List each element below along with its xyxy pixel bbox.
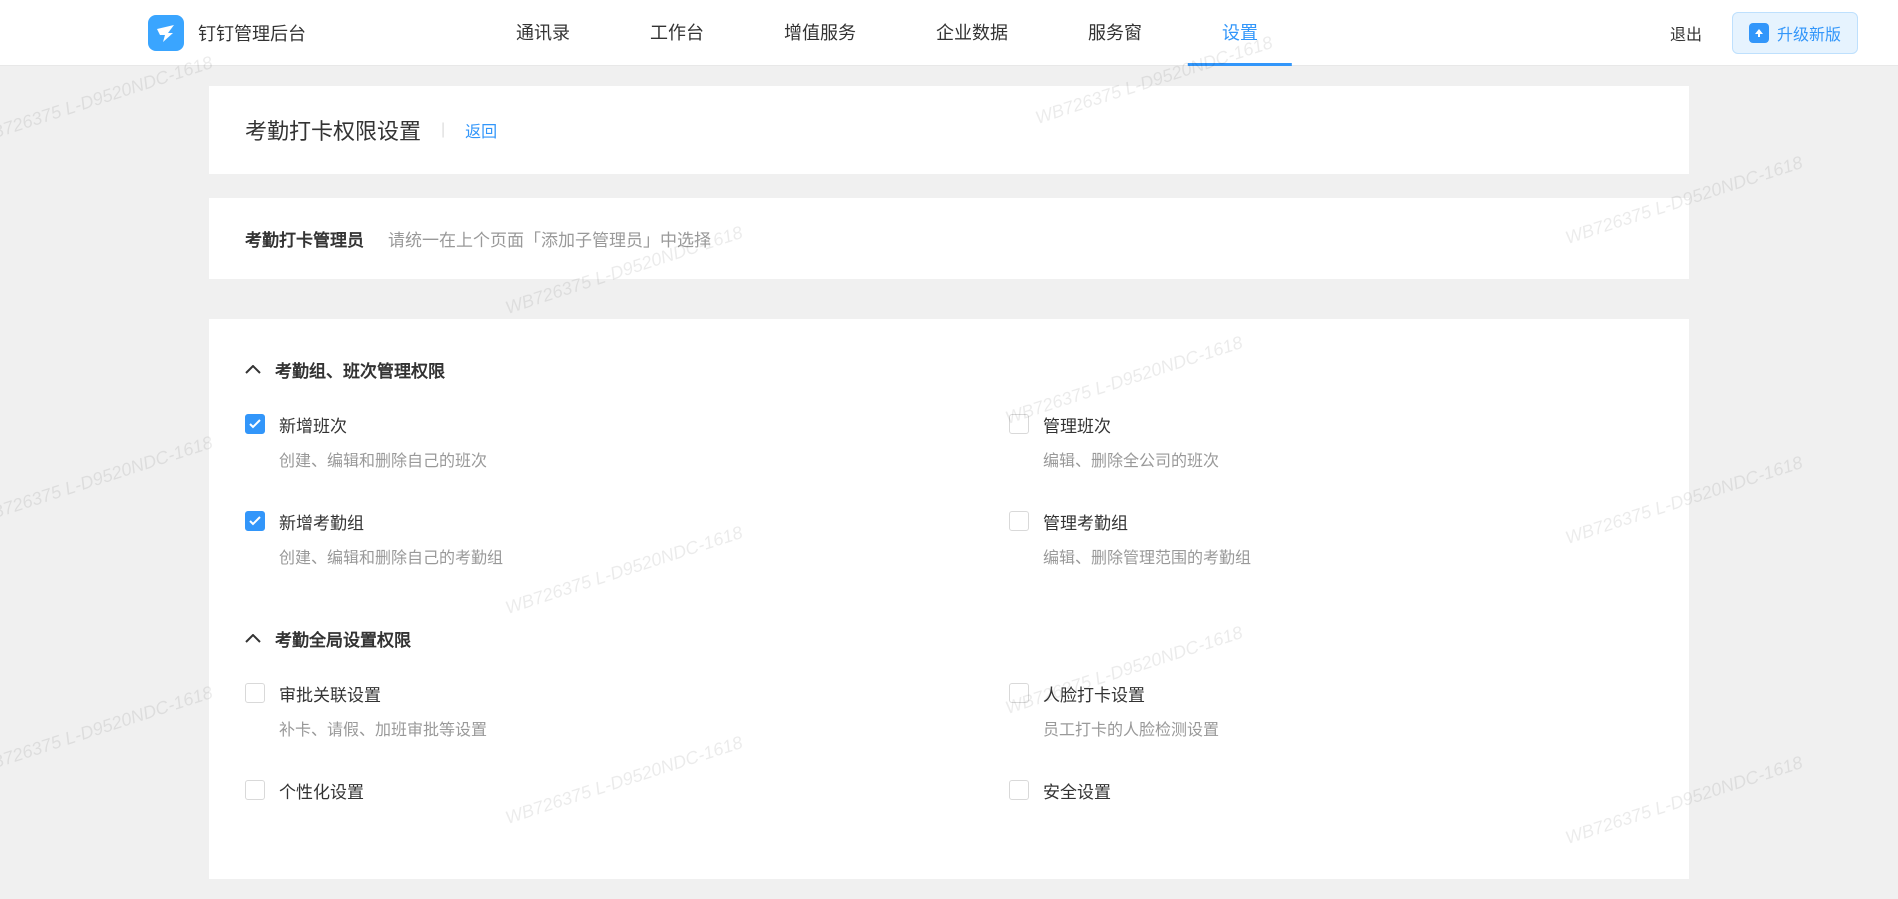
logout-link[interactable]: 退出 [1670,21,1702,45]
checkbox[interactable] [245,780,265,800]
perm-desc: 创建、编辑和删除自己的考勤组 [279,544,503,568]
checkbox[interactable] [245,511,265,531]
permissions-card: 考勤组、班次管理权限 新增班次 创建、编辑和删除自己的班次 [209,319,1689,879]
checkbox[interactable] [245,414,265,434]
nav-service[interactable]: 服务窗 [1048,0,1182,66]
checkbox[interactable] [1009,511,1029,531]
app-title: 钉钉管理后台 [198,20,306,46]
checkbox[interactable] [245,683,265,703]
top-nav: 钉钉管理后台 通讯录 工作台 增值服务 企业数据 服务窗 设置 退出 升级新版 [0,0,1898,66]
perm-add-group: 新增考勤组 创建、编辑和删除自己的考勤组 [245,509,949,568]
perm-desc: 编辑、删除全公司的班次 [1043,447,1219,471]
perm-label: 管理班次 [1043,412,1219,437]
content-wrap: 考勤打卡权限设置 | 返回 考勤打卡管理员 请统一在上个页面「添加子管理员」中选… [0,66,1898,899]
nav-vas[interactable]: 增值服务 [744,0,896,66]
perm-manage-shift: 管理班次 编辑、删除全公司的班次 [949,412,1653,471]
upgrade-icon [1749,23,1769,43]
section-global-settings: 考勤全局设置权限 审批关联设置 补卡、请假、加班审批等设置 人脸打卡设置 [245,598,1653,813]
logo-block[interactable]: 钉钉管理后台 [148,15,306,51]
perm-desc: 创建、编辑和删除自己的班次 [279,447,487,471]
perm-label: 新增班次 [279,412,487,437]
perm-face-settings: 人脸打卡设置 员工打卡的人脸检测设置 [949,681,1653,740]
chevron-up-icon [245,634,261,644]
checkbox[interactable] [1009,683,1029,703]
perm-label: 审批关联设置 [279,681,487,706]
perm-grid: 审批关联设置 补卡、请假、加班审批等设置 人脸打卡设置 员工打卡的人脸检测设置 [245,681,1653,813]
perm-grid: 新增班次 创建、编辑和删除自己的班次 管理班次 编辑、删除全公司的班次 [245,412,1653,568]
admin-info-card: 考勤打卡管理员 请统一在上个页面「添加子管理员」中选择 [209,198,1689,279]
upgrade-button[interactable]: 升级新版 [1732,12,1858,54]
perm-desc: 补卡、请假、加班审批等设置 [279,716,487,740]
checkbox[interactable] [1009,780,1029,800]
content: 考勤打卡权限设置 | 返回 考勤打卡管理员 请统一在上个页面「添加子管理员」中选… [209,86,1689,879]
section-header[interactable]: 考勤全局设置权限 [245,626,1653,651]
section-header[interactable]: 考勤组、班次管理权限 [245,357,1653,382]
perm-label: 人脸打卡设置 [1043,681,1219,706]
admin-info-desc: 请统一在上个页面「添加子管理员」中选择 [388,226,711,251]
nav-settings[interactable]: 设置 [1182,0,1298,66]
dingtalk-logo-icon [148,15,184,51]
perm-add-shift: 新增班次 创建、编辑和删除自己的班次 [245,412,949,471]
section-title: 考勤全局设置权限 [275,626,411,651]
nav-contacts[interactable]: 通讯录 [476,0,610,66]
perm-label: 安全设置 [1043,778,1111,803]
nav-right: 退出 升级新版 [1670,12,1858,54]
section-shift-group: 考勤组、班次管理权限 新增班次 创建、编辑和删除自己的班次 [245,329,1653,568]
admin-info-title: 考勤打卡管理员 [245,226,364,251]
back-link[interactable]: 返回 [465,118,497,142]
nav-enterprise-data[interactable]: 企业数据 [896,0,1048,66]
page-title: 考勤打卡权限设置 [245,114,421,146]
perm-desc: 编辑、删除管理范围的考勤组 [1043,544,1251,568]
nav-workbench[interactable]: 工作台 [610,0,744,66]
divider: | [441,121,445,139]
perm-desc: 员工打卡的人脸检测设置 [1043,716,1219,740]
perm-label: 个性化设置 [279,778,364,803]
section-title: 考勤组、班次管理权限 [275,357,445,382]
perm-label: 管理考勤组 [1043,509,1251,534]
checkbox[interactable] [1009,414,1029,434]
perm-label: 新增考勤组 [279,509,503,534]
perm-security: 安全设置 [949,778,1653,813]
perm-personalization: 个性化设置 [245,778,949,813]
perm-manage-group: 管理考勤组 编辑、删除管理范围的考勤组 [949,509,1653,568]
nav-items: 通讯录 工作台 增值服务 企业数据 服务窗 设置 [476,0,1298,66]
perm-approval-settings: 审批关联设置 补卡、请假、加班审批等设置 [245,681,949,740]
upgrade-label: 升级新版 [1777,21,1841,45]
chevron-up-icon [245,365,261,375]
page-header-card: 考勤打卡权限设置 | 返回 [209,86,1689,174]
